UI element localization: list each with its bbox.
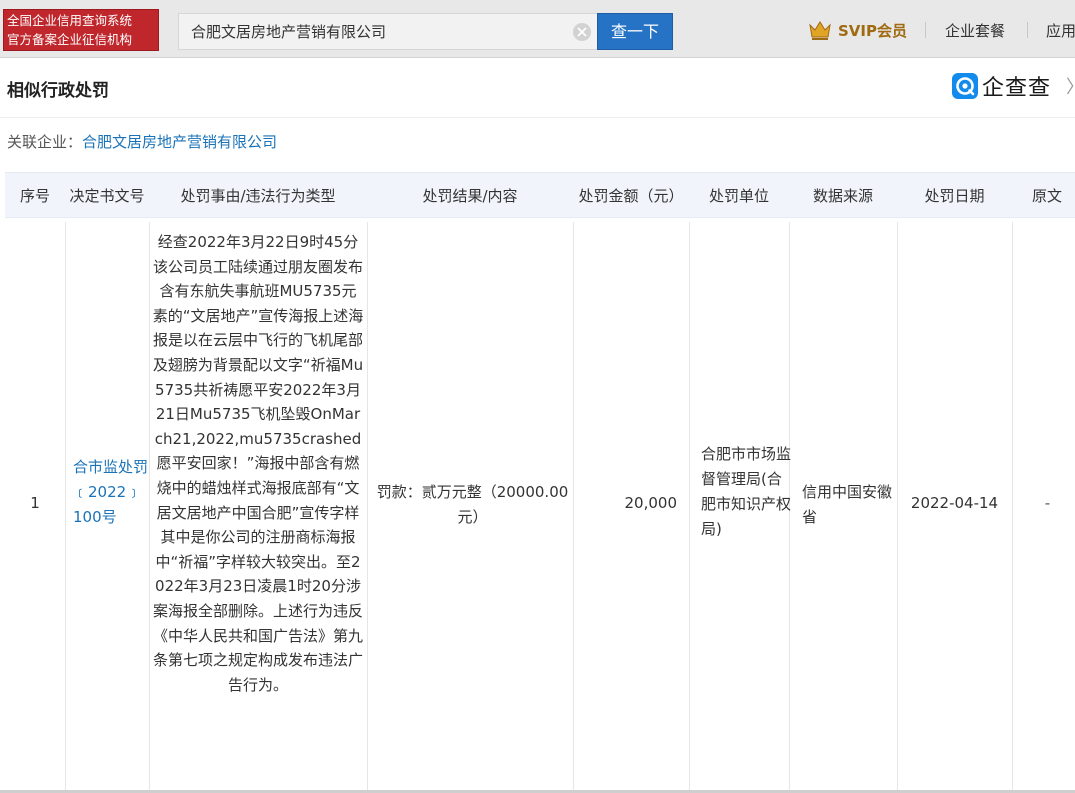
nav-divider — [925, 22, 926, 38]
divider — [0, 117, 1075, 118]
svip-label: SVIP会员 — [838, 21, 907, 40]
search-box — [178, 13, 597, 50]
col-header-original: 原文 — [1031, 187, 1062, 205]
col-header-reason: 处罚事由/违法行为类型 — [180, 187, 336, 205]
logo-line-2: 官方备案企业征信机构 — [7, 32, 133, 47]
nav-enterprise-package[interactable]: 企业套餐 — [945, 20, 1005, 41]
nav-divider — [1027, 22, 1028, 38]
column-divider — [367, 222, 368, 790]
cell-doc-no-link[interactable]: 合市监处罚﹝2022﹞100号 — [73, 455, 149, 530]
search-input[interactable] — [179, 14, 569, 49]
table-row: 1 合市监处罚﹝2022﹞100号 经查2022年3月22日9时45分该公司员工… — [5, 222, 1075, 790]
qichacha-logo-icon — [952, 73, 978, 99]
site-logo[interactable]: 全国企业信用查询系统 官方备案企业征信机构 — [3, 9, 159, 51]
cell-date: 2022-04-14 — [910, 494, 999, 512]
column-divider — [149, 222, 150, 790]
brand-logo: 企查查 — [952, 72, 1052, 101]
col-header-department: 处罚单位 — [708, 187, 769, 205]
cell-result: 罚款：贰万元整（20000.00元） — [376, 483, 569, 526]
nav-apps[interactable]: 应用 — [1046, 20, 1075, 41]
cell-index: 1 — [30, 494, 40, 512]
col-header-doc-no: 决定书文号 — [69, 187, 145, 205]
page-title: 相似行政处罚 — [7, 81, 109, 101]
column-divider — [689, 222, 690, 790]
related-company-link[interactable]: 合肥文居房地产营销有限公司 — [82, 133, 277, 151]
cell-amount: 20,000 — [624, 494, 678, 512]
brand-name: 企查查 — [982, 76, 1052, 101]
crown-icon — [809, 21, 831, 40]
column-divider — [65, 222, 66, 790]
top-bar: 全国企业信用查询系统 官方备案企业征信机构 查一下 SVIP会员 企业套餐 应用 — [0, 0, 1075, 58]
related-label: 关联企业： — [7, 133, 83, 151]
logo-line-1: 全国企业信用查询系统 — [7, 13, 133, 28]
table-header: 序号 决定书文号 处罚事由/违法行为类型 处罚结果/内容 处罚金额（元） 处罚单… — [5, 172, 1075, 218]
cell-original[interactable]: - — [1015, 494, 1075, 512]
col-header-source: 数据来源 — [812, 187, 873, 205]
more-indicator: 〉 — [1066, 73, 1075, 99]
column-divider — [1012, 222, 1013, 790]
related-company: 关联企业：合肥文居房地产营销有限公司 — [7, 131, 277, 152]
clear-icon[interactable] — [573, 23, 591, 41]
col-header-result: 处罚结果/内容 — [422, 187, 518, 205]
cell-reason: 经查2022年3月22日9时45分该公司员工陆续通过朋友圈发布含有东航失事航班M… — [152, 233, 364, 694]
col-header-amount: 处罚金额（元） — [578, 187, 684, 205]
svip-member-link[interactable]: SVIP会员 — [808, 19, 907, 41]
search-button[interactable]: 查一下 — [597, 13, 673, 50]
cell-department: 合肥市市场监督管理局(合肥市知识产权局) — [701, 445, 792, 538]
col-header-date: 处罚日期 — [924, 187, 985, 205]
col-header-index: 序号 — [19, 187, 50, 205]
cell-source: 信用中国安徽省 — [802, 483, 893, 526]
